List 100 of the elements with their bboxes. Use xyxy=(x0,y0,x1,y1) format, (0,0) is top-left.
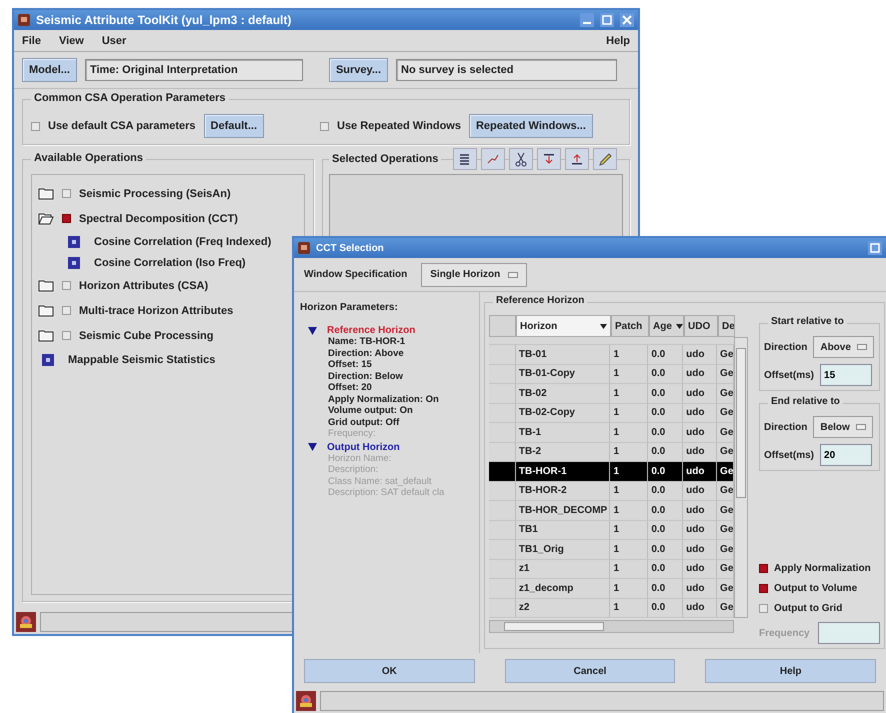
table-cell[interactable]: TB-HOR-1 xyxy=(516,462,610,482)
open-folder-icon[interactable] xyxy=(38,212,54,225)
toolbar-button[interactable] xyxy=(593,148,618,170)
column-header[interactable]: Patch xyxy=(611,315,649,337)
table-cell[interactable]: udo xyxy=(683,598,718,618)
checkbox[interactable] xyxy=(62,281,71,290)
row-header[interactable] xyxy=(489,462,516,482)
table-cell[interactable]: 0.0 xyxy=(648,598,684,618)
table-cell[interactable]: 0.0 xyxy=(648,560,684,579)
table-cell[interactable]: 1 xyxy=(610,404,648,423)
table-cell[interactable]: 1 xyxy=(610,482,648,501)
table-cell[interactable]: Ge xyxy=(717,482,734,501)
table-cell[interactable]: Ge xyxy=(717,404,734,423)
toolbar-button[interactable] xyxy=(453,148,478,170)
minimize-icon[interactable] xyxy=(580,13,594,27)
checkbox[interactable] xyxy=(759,564,768,573)
table-cell[interactable]: TB-2 xyxy=(516,442,610,462)
table-cell[interactable]: 0.0 xyxy=(648,540,684,560)
offset-field[interactable]: 20 xyxy=(820,444,872,466)
tree-item-label[interactable]: Seismic Processing (SeisAn) xyxy=(79,188,231,200)
table-cell[interactable]: udo xyxy=(683,579,718,598)
table-cell[interactable]: udo xyxy=(683,482,718,501)
column-header[interactable]: De xyxy=(718,315,735,337)
table-cell[interactable]: 1 xyxy=(610,579,648,598)
checkbox[interactable] xyxy=(320,122,329,130)
table-cell[interactable]: Ge xyxy=(717,540,734,560)
tree-item-label[interactable]: Cosine Correlation (Iso Freq) xyxy=(94,256,246,268)
horizontal-scrollbar[interactable] xyxy=(489,620,734,633)
table-cell[interactable]: Ge xyxy=(717,345,734,364)
menu-item[interactable]: File xyxy=(22,34,41,46)
direction-menu[interactable]: Below xyxy=(813,416,873,438)
table-cell[interactable]: TB-01-Copy xyxy=(516,364,610,384)
dialog-button[interactable]: Help xyxy=(705,659,876,683)
table-cell[interactable]: udo xyxy=(683,423,718,442)
folder-icon[interactable] xyxy=(38,279,54,292)
expanded-triangle-icon[interactable] xyxy=(308,443,317,451)
default-button[interactable]: Default... xyxy=(204,114,264,138)
table-cell[interactable]: 0.0 xyxy=(648,442,684,462)
tree-node-label[interactable]: Output Horizon xyxy=(327,442,400,452)
table-cell[interactable]: 1 xyxy=(610,462,648,482)
tree-item-label[interactable]: Spectral Decomposition (CCT) xyxy=(79,212,238,224)
table-cell[interactable]: Ge xyxy=(717,560,734,579)
table-cell[interactable]: 1 xyxy=(610,540,648,560)
table-cell[interactable]: Ge xyxy=(717,442,734,462)
table-cell[interactable]: TB-02-Copy xyxy=(516,404,610,423)
menu-item[interactable]: User xyxy=(102,34,126,46)
table-cell[interactable]: udo xyxy=(683,364,718,384)
table-cell[interactable]: udo xyxy=(683,501,718,520)
checkbox[interactable] xyxy=(31,122,40,130)
maximize-icon[interactable] xyxy=(868,241,882,255)
repeated-windows-button[interactable]: Repeated Windows... xyxy=(468,114,593,138)
folder-icon[interactable] xyxy=(38,187,54,200)
survey-button[interactable]: Survey... xyxy=(328,58,388,82)
window-spec-menu[interactable]: Single Horizon xyxy=(421,262,528,286)
table-cell[interactable]: udo xyxy=(683,442,718,462)
table-cell[interactable]: TB-01 xyxy=(516,345,610,364)
table-cell[interactable]: TB-HOR_DECOMP xyxy=(516,501,610,520)
table-cell[interactable]: 0.0 xyxy=(648,364,684,384)
table-cell[interactable]: 0.0 xyxy=(648,423,684,442)
table-cell[interactable]: TB1 xyxy=(516,520,610,540)
table-cell[interactable]: Ge xyxy=(717,520,734,540)
table-cell[interactable]: 0.0 xyxy=(648,520,684,540)
table-cell[interactable]: z1 xyxy=(516,560,610,579)
table-cell[interactable]: 0.0 xyxy=(648,501,684,520)
checkbox[interactable] xyxy=(759,604,768,613)
toolbar-button[interactable] xyxy=(481,148,506,170)
table-cell[interactable]: 1 xyxy=(610,442,648,462)
menu-item[interactable]: Help xyxy=(606,34,630,46)
expanded-triangle-icon[interactable] xyxy=(308,326,317,334)
checkbox[interactable] xyxy=(62,189,71,198)
vertical-scrollbar[interactable] xyxy=(734,337,748,618)
table-cell[interactable]: 0.0 xyxy=(648,384,684,404)
table-cell[interactable]: Ge xyxy=(717,384,734,404)
table-cell[interactable]: Ge xyxy=(717,364,734,384)
menu-item[interactable]: View xyxy=(58,34,84,46)
table-cell[interactable]: TB-HOR-2 xyxy=(516,482,610,501)
table-cell[interactable]: 0.0 xyxy=(648,404,684,423)
dialog-button[interactable]: OK xyxy=(304,659,475,683)
folder-icon[interactable] xyxy=(38,304,54,317)
close-icon[interactable] xyxy=(620,13,634,27)
table-cell[interactable]: 0.0 xyxy=(648,345,684,364)
table-cell[interactable]: Ge xyxy=(717,579,734,598)
maximize-icon[interactable] xyxy=(600,13,614,27)
column-header[interactable]: Age xyxy=(649,315,684,337)
table-cell[interactable]: Ge xyxy=(717,501,734,520)
model-button[interactable]: Model... xyxy=(22,58,77,82)
dialog-button[interactable]: Cancel xyxy=(504,659,676,683)
tree-node-label[interactable]: Reference Horizon xyxy=(327,325,416,336)
table-cell[interactable]: 1 xyxy=(610,384,648,404)
column-header[interactable]: Horizon xyxy=(516,315,611,337)
table-cell[interactable]: udo xyxy=(683,540,718,560)
toolbar-button[interactable] xyxy=(509,148,534,170)
table-cell[interactable]: 1 xyxy=(610,345,648,364)
table-cell[interactable]: 1 xyxy=(610,423,648,442)
table-cell[interactable]: z2 xyxy=(516,598,610,618)
table-cell[interactable]: TB-1 xyxy=(516,423,610,442)
table-cell[interactable]: TB-02 xyxy=(516,384,610,404)
table-cell[interactable]: udo xyxy=(683,462,718,482)
table-cell[interactable]: Ge xyxy=(717,598,734,618)
table-cell[interactable]: Ge xyxy=(717,462,734,482)
